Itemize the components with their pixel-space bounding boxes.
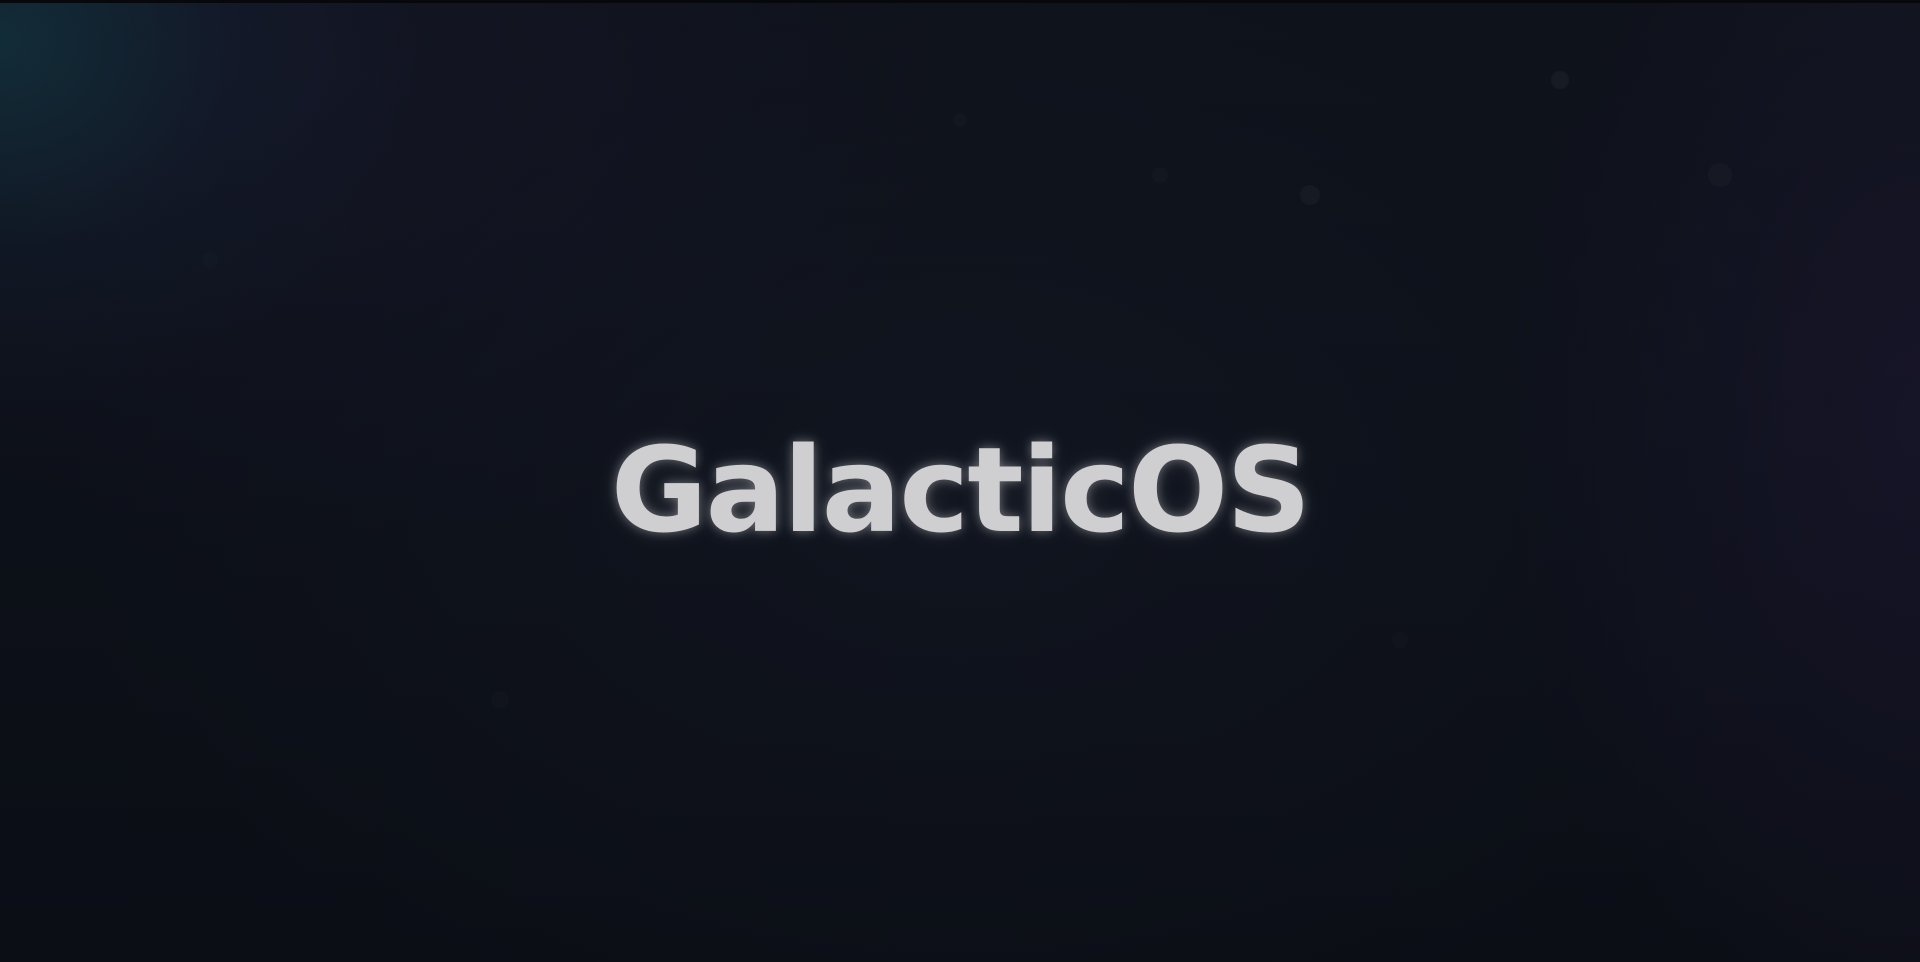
top-edge-divider [0, 0, 1920, 3]
os-title: GalacticOS [610, 421, 1312, 559]
boot-screen: GalacticOS [0, 0, 1920, 962]
